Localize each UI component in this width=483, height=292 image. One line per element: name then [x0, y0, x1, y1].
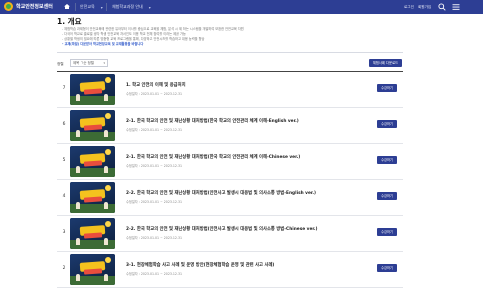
course-thumbnail[interactable] [70, 110, 115, 141]
nav-divider [75, 3, 76, 11]
course-thumbnail[interactable] [70, 254, 115, 285]
course-row: 5 2-1. 한국 학교의 안전 및 재난상황 대처방법(한국 학교의 안전관리… [57, 144, 403, 180]
course-row: 2 3-1. 현장체험학습 사고 사례 및 운영 방안(현장체험학습 운영 및 … [57, 252, 403, 288]
enroll-button[interactable]: 수강하기 [377, 84, 397, 92]
intro-list: 체험학습 과제형이 안전교육에 관련한 유아부터 이사를 중심으로 교육을 체험… [62, 27, 392, 47]
course-thumbnail[interactable] [70, 218, 115, 249]
nav-divider [106, 3, 107, 11]
course-thumbnail[interactable] [70, 146, 115, 177]
course-date: 수정일자 : 2023.01.01 ~ 2023.12.31 [126, 272, 183, 276]
chevron-down-icon: ▾ [100, 4, 103, 10]
row-number: 2 [62, 266, 66, 271]
chevron-down-icon: ▾ [148, 4, 151, 10]
divider [57, 52, 403, 53]
sort-label: 정렬 [57, 62, 64, 66]
enroll-button[interactable]: 수강하기 [377, 264, 397, 272]
course-thumbnail[interactable] [70, 74, 115, 105]
sort-select[interactable]: 제목 ㄱ순 정렬 ▾ [70, 59, 108, 67]
row-number: 7 [62, 86, 66, 91]
download-all-button[interactable]: 체험사례 다운로드 [369, 59, 402, 67]
course-date: 수정일자 : 2023.01.01 ~ 2023.12.31 [126, 200, 183, 204]
row-number: 3 [62, 230, 66, 235]
row-number: 4 [62, 194, 66, 199]
page-title: 1. 개요 [57, 17, 82, 26]
course-title[interactable]: 2-2. 한국 학교의 안전 및 재난상황 대처방법(안전사고 발생시 대응법 … [126, 226, 318, 232]
course-thumbnail[interactable] [70, 182, 115, 213]
row-number: 6 [62, 122, 66, 127]
chevron-down-icon: ▾ [103, 61, 105, 65]
logo-text: 학교안전정보센터 [16, 4, 53, 10]
nav-menu-course-label: 체험학교과정 안내 [112, 4, 143, 9]
enroll-button[interactable]: 수강하기 [377, 228, 397, 236]
nav-menu-course[interactable]: 체험학교과정 안내 ▾ [112, 0, 151, 14]
logo-icon [4, 2, 13, 11]
course-date: 수정일자 : 2023.01.01 ~ 2023.12.31 [126, 128, 183, 132]
course-title[interactable]: 2-2. 한국 학교의 안전 및 재난상황 대처방법(안전사고 발생시 대응법 … [126, 190, 316, 196]
enroll-button[interactable]: 수강하기 [377, 120, 397, 128]
intro-download-link[interactable]: 교재(파일) 다운받아 학교현장교육 및 교재활용을 바랍니다 [62, 42, 392, 47]
course-date: 수정일자 : 2023.01.01 ~ 2023.12.31 [126, 92, 183, 96]
course-title[interactable]: 3-1. 현장체험학습 사고 사례 및 운영 방안(현장체험학습 운영 및 관련… [126, 262, 274, 268]
course-title[interactable]: 2-1. 한국 학교의 안전 및 재난상황 대처방법(한국 학교의 안전관리 체… [126, 154, 300, 160]
top-navigation-bar: 학교안전정보센터 안전교육 ▾ 체험학교과정 안내 ▾ 로그인 회원가입 [0, 0, 483, 14]
login-link[interactable]: 로그인 [404, 0, 414, 14]
row-number: 5 [62, 158, 66, 163]
course-row: 6 2-1. 한국 학교의 안전 및 재난상황 대처방법(한국 학교의 안전관리… [57, 108, 403, 144]
home-icon[interactable] [64, 4, 70, 9]
course-date: 수정일자 : 2023.01.01 ~ 2023.12.31 [126, 236, 183, 240]
search-icon[interactable] [438, 3, 446, 11]
signup-link[interactable]: 회원가입 [418, 0, 431, 14]
site-logo[interactable]: 학교안전정보센터 [4, 2, 53, 11]
enroll-button[interactable]: 수강하기 [377, 192, 397, 200]
enroll-button[interactable]: 수강하기 [377, 156, 397, 164]
menu-icon[interactable] [452, 3, 460, 11]
sort-select-value: 제목 ㄱ순 정렬 [73, 61, 94, 65]
course-row: 3 2-2. 한국 학교의 안전 및 재난상황 대처방법(안전사고 발생시 대응… [57, 216, 403, 252]
nav-menu-education[interactable]: 안전교육 ▾ [80, 0, 103, 14]
course-row: 7 1. 학교 안전의 이해 및 응급처치 수정일자 : 2023.01.01 … [57, 72, 403, 108]
course-title[interactable]: 2-1. 한국 학교의 안전 및 재난상황 대처방법(한국 학교의 안전관리 체… [126, 118, 299, 124]
course-title[interactable]: 1. 학교 안전의 이해 및 응급처치 [126, 82, 186, 88]
course-row: 4 2-2. 한국 학교의 안전 및 재난상황 대처방법(안전사고 발생시 대응… [57, 180, 403, 216]
course-date: 수정일자 : 2023.01.01 ~ 2023.12.31 [126, 164, 183, 168]
nav-menu-education-label: 안전교육 [80, 4, 95, 9]
